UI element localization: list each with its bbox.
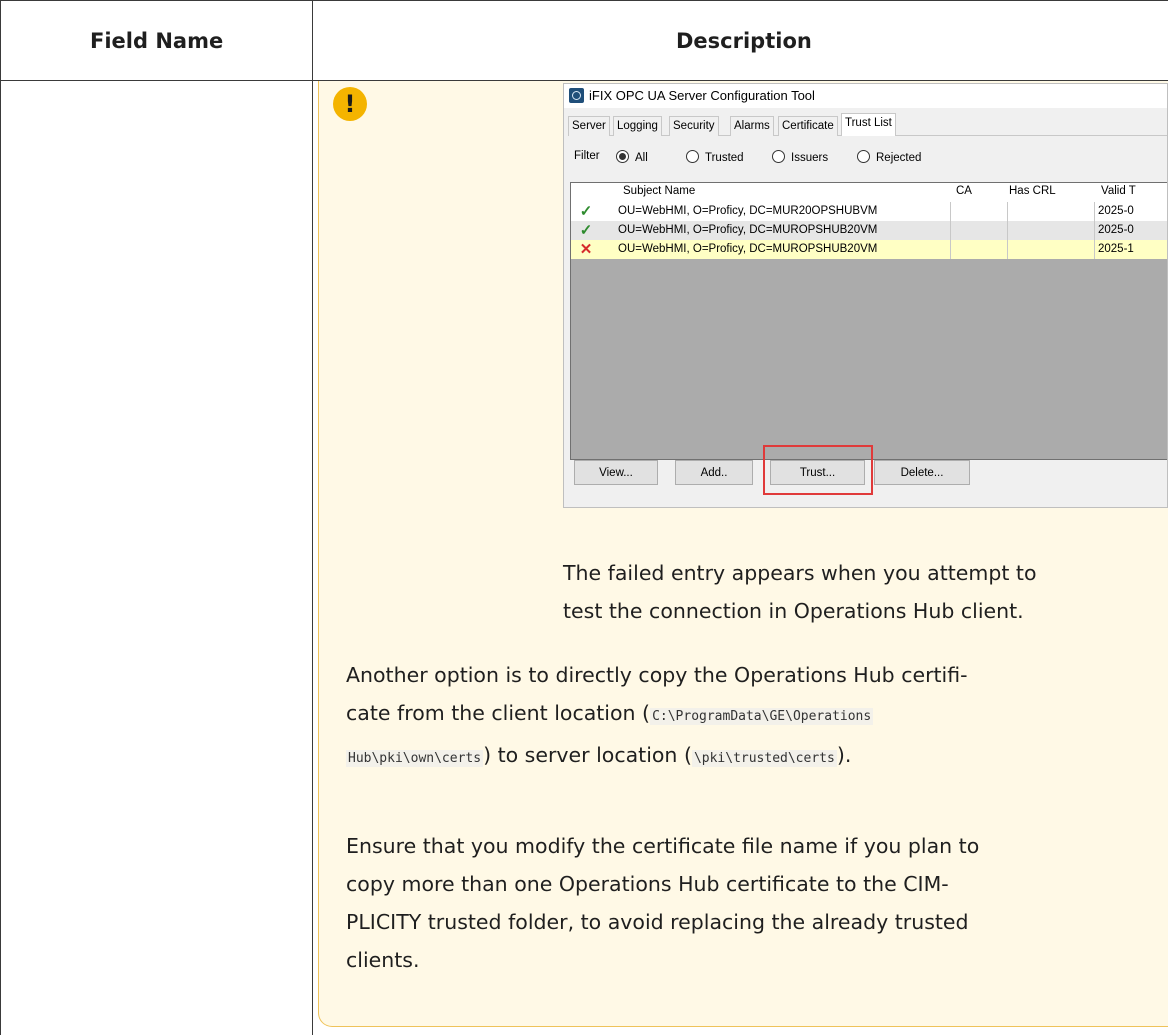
col-valid-to[interactable]: Valid T (1101, 185, 1136, 197)
header-description: Description (676, 29, 812, 53)
delete-button[interactable]: Delete... (874, 460, 970, 485)
valid-cell: 2025-0 (1098, 224, 1134, 236)
check-icon: ✓ (579, 203, 593, 220)
valid-cell: 2025-0 (1098, 205, 1134, 217)
table-row[interactable]: ✓ OU=WebHMI, O=Proficy, DC=MUROPSHUB20VM… (571, 221, 1167, 240)
exclamation-icon: ! (333, 87, 367, 121)
ca-cell (951, 240, 1008, 259)
filter-label: Filter (574, 150, 600, 162)
tab-security[interactable]: Security (669, 116, 719, 136)
tab-alarms[interactable]: Alarms (730, 116, 774, 136)
tab-server[interactable]: Server (568, 116, 610, 136)
has-crl-cell (1008, 202, 1095, 221)
view-button[interactable]: View... (574, 460, 658, 485)
app-icon (569, 88, 584, 103)
valid-cell: 2025-1 (1098, 243, 1134, 255)
ensure-rename-text: Ensure that you modify the certificate f… (346, 834, 980, 972)
has-crl-cell (1008, 221, 1095, 240)
column-divider (312, 0, 313, 1035)
filter-trusted-radio[interactable]: Trusted (686, 150, 744, 164)
table-row[interactable]: ✕ OU=WebHMI, O=Proficy, DC=MUROPSHUB20VM… (571, 240, 1167, 259)
copy-certificate-text: Another option is to directly copy the O… (346, 663, 968, 767)
col-has-crl[interactable]: Has CRL (1009, 185, 1056, 197)
subject-cell: OU=WebHMI, O=Proficy, DC=MUROPSHUB20VM (615, 221, 951, 240)
tab-logging[interactable]: Logging (613, 116, 662, 136)
check-icon: ✓ (579, 222, 593, 239)
filter-rejected-radio[interactable]: Rejected (857, 150, 921, 164)
filter-issuers-radio[interactable]: Issuers (772, 150, 828, 164)
ca-cell (951, 221, 1008, 240)
filter-all-radio[interactable]: All (616, 150, 648, 164)
window-title: iFIX OPC UA Server Configuration Tool (589, 88, 815, 103)
trust-list-grid[interactable]: Subject Name CA Has CRL Valid T ✓ OU=Web… (570, 182, 1167, 460)
col-subject-name[interactable]: Subject Name (623, 185, 695, 197)
client-path-code-cont: Hub\pki\own\certs (346, 750, 484, 767)
failed-entry-text: The failed entry appears when you attemp… (563, 561, 1037, 623)
subject-cell: OU=WebHMI, O=Proficy, DC=MUR20OPSHUBVM (615, 202, 951, 221)
tab-trust-list[interactable]: Trust List (841, 113, 896, 136)
header-field-name: Field Name (90, 29, 224, 53)
table-row[interactable]: ✓ OU=WebHMI, O=Proficy, DC=MUR20OPSHUBVM… (571, 202, 1167, 221)
table-header-row: Field Name Description (0, 0, 1168, 81)
trust-button-highlight (763, 445, 873, 495)
config-tool-screenshot: iFIX OPC UA Server Configuration Tool Se… (563, 83, 1168, 508)
ca-cell (951, 202, 1008, 221)
has-crl-cell (1008, 240, 1095, 259)
client-path-code: C:\ProgramData\GE\Operations (650, 708, 874, 725)
grid-header: Subject Name CA Has CRL Valid T (571, 183, 1167, 202)
add-button[interactable]: Add.. (675, 460, 753, 485)
tab-certificate[interactable]: Certificate (778, 116, 838, 136)
subject-cell: OU=WebHMI, O=Proficy, DC=MUROPSHUB20VM (615, 240, 951, 259)
window-titlebar: iFIX OPC UA Server Configuration Tool (564, 84, 1167, 108)
x-icon: ✕ (579, 241, 593, 258)
col-ca[interactable]: CA (956, 185, 972, 197)
server-path-code: \pki\trusted\certs (691, 750, 837, 767)
